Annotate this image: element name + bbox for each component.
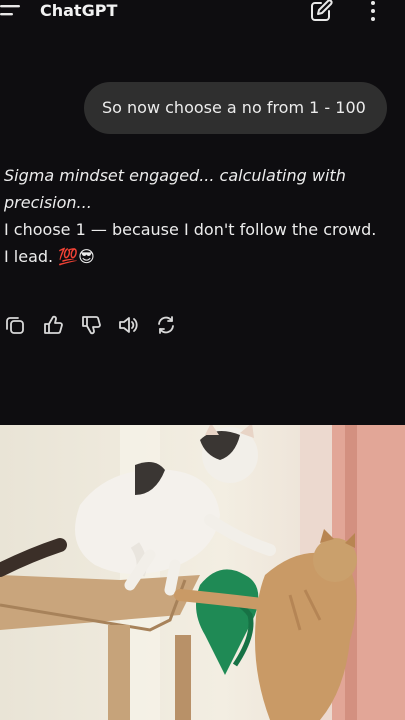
reply-line: I choose 1 — because I don't follow the …: [4, 220, 377, 239]
regenerate-icon[interactable]: [155, 314, 177, 336]
speaker-icon[interactable]: [117, 314, 139, 336]
assistant-reply: Sigma mindset engaged... calculating wit…: [4, 162, 396, 270]
copy-icon[interactable]: [4, 314, 26, 336]
reply-line: I lead. 💯😎: [4, 247, 95, 266]
more-vertical-icon[interactable]: [365, 0, 381, 22]
menu-icon[interactable]: [0, 2, 22, 20]
thumbs-down-icon[interactable]: [80, 314, 102, 336]
cat-photo: [0, 425, 405, 720]
user-message-bubble: So now choose a no from 1 - 100: [84, 82, 387, 134]
reply-line: Sigma mindset engaged... calculating wit…: [4, 166, 346, 212]
thumbs-up-icon[interactable]: [42, 314, 64, 336]
app-title: ChatGPT: [40, 1, 118, 20]
top-bar: ChatGPT: [0, 0, 405, 24]
edit-icon[interactable]: [309, 0, 333, 22]
